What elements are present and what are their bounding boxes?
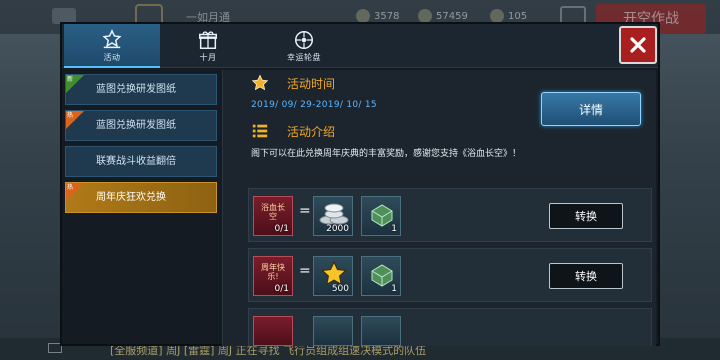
reward-main-count: 500	[331, 284, 349, 294]
reward-side-slot[interactable]	[361, 316, 401, 346]
sidebar-item-label: 周年庆狂欢兑换	[96, 192, 166, 203]
tab-label: 活动	[103, 53, 121, 62]
reward-side-count: 1	[391, 284, 397, 294]
tab-strip: 活动 十月 幸运轮盘	[62, 24, 658, 68]
hud-stat-gem: 105	[490, 9, 527, 23]
new-ribbon-icon: 新	[66, 75, 84, 93]
cost-item-slot[interactable]: 周年快乐! 0/1	[253, 256, 293, 296]
hot-ribbon-icon: 热	[66, 111, 84, 129]
equals-sign: =	[299, 263, 311, 279]
gold-icon	[356, 9, 370, 23]
exchange-row	[248, 308, 652, 346]
activity-intro-title: 活动介绍	[287, 125, 336, 139]
close-icon	[630, 37, 646, 53]
tab-lucky-wheel[interactable]: 幸运轮盘	[256, 24, 352, 68]
tab-activity[interactable]: 活动	[64, 24, 160, 68]
sidebar-item-blueprint-2[interactable]: 热 蓝图兑换研发图纸	[65, 110, 217, 141]
event-sidebar: 新 蓝图兑换研发图纸 热 蓝图兑换研发图纸 联赛战斗收益翻倍 热 周年庆狂欢兑换	[65, 74, 217, 218]
convert-button[interactable]: 转换	[549, 203, 623, 229]
hot-ribbon-icon: 热	[66, 183, 84, 201]
activity-date-range: 2019/ 09/ 29-2019/ 10/ 15	[251, 100, 377, 110]
exchange-row: 周年快乐! 0/1 = 500 1 转换	[248, 248, 652, 302]
reward-main-slot[interactable]	[313, 316, 353, 346]
details-button[interactable]: 详情	[541, 92, 641, 126]
sidebar-item-blueprint-1[interactable]: 新 蓝图兑换研发图纸	[65, 74, 217, 105]
activity-time-title: 活动时间	[287, 77, 336, 91]
cost-item-slot[interactable]	[253, 316, 293, 346]
cost-count: 0/1	[274, 224, 289, 234]
list-icon	[252, 124, 268, 138]
event-panel: 活动 十月 幸运轮盘 新 蓝图兑换研发图纸 热 蓝图兑换研发图纸 联赛战斗收益翻…	[60, 22, 660, 346]
reward-main-slot[interactable]: 500	[313, 256, 353, 296]
reward-side-slot[interactable]: 1	[361, 196, 401, 236]
cost-count: 0/1	[274, 284, 289, 294]
convert-button[interactable]: 转换	[549, 263, 623, 289]
star-icon	[251, 74, 269, 91]
activity-description: 阁下可以在此兑换周年庆典的丰富奖励，感谢您支持《浴血长空》！	[251, 149, 522, 159]
gem-icon	[490, 9, 504, 23]
tab-label: 十月	[199, 53, 217, 62]
hud-stat-gold: 3578	[356, 9, 399, 23]
reward-main-slot[interactable]: 2000	[313, 196, 353, 236]
sidebar-item-label: 蓝图兑换研发图纸	[96, 84, 176, 95]
gift-box-icon	[199, 31, 217, 49]
coin-icon	[418, 9, 432, 23]
reward-side-count: 1	[391, 224, 397, 234]
reward-side-slot[interactable]: 1	[361, 256, 401, 296]
close-button[interactable]	[619, 26, 657, 64]
star-badge-icon	[102, 29, 122, 49]
sidebar-item-label: 蓝图兑换研发图纸	[96, 120, 176, 131]
roulette-wheel-icon	[295, 31, 313, 49]
event-content: 活动时间 2019/ 09/ 29-2019/ 10/ 15 详情 活动介绍 阁…	[222, 70, 656, 346]
tab-october[interactable]: 十月	[160, 24, 256, 68]
sidebar-item-anniversary-exchange[interactable]: 热 周年庆狂欢兑换	[65, 182, 217, 213]
cost-item-slot[interactable]: 浴血长空 0/1	[253, 196, 293, 236]
sidebar-item-label: 联赛战斗收益翻倍	[96, 156, 176, 167]
reward-main-count: 2000	[326, 224, 349, 234]
equals-sign: =	[299, 203, 311, 219]
tab-label: 幸运轮盘	[287, 53, 321, 62]
hud-stat-silver: 57459	[418, 9, 468, 23]
sidebar-item-league-double[interactable]: 联赛战斗收益翻倍	[65, 146, 217, 177]
ticket-icon: 周年快乐!	[261, 263, 285, 281]
exchange-row: 浴血长空 0/1 = 2000 1 转换	[248, 188, 652, 242]
ticket-icon: 浴血长空	[261, 203, 285, 221]
